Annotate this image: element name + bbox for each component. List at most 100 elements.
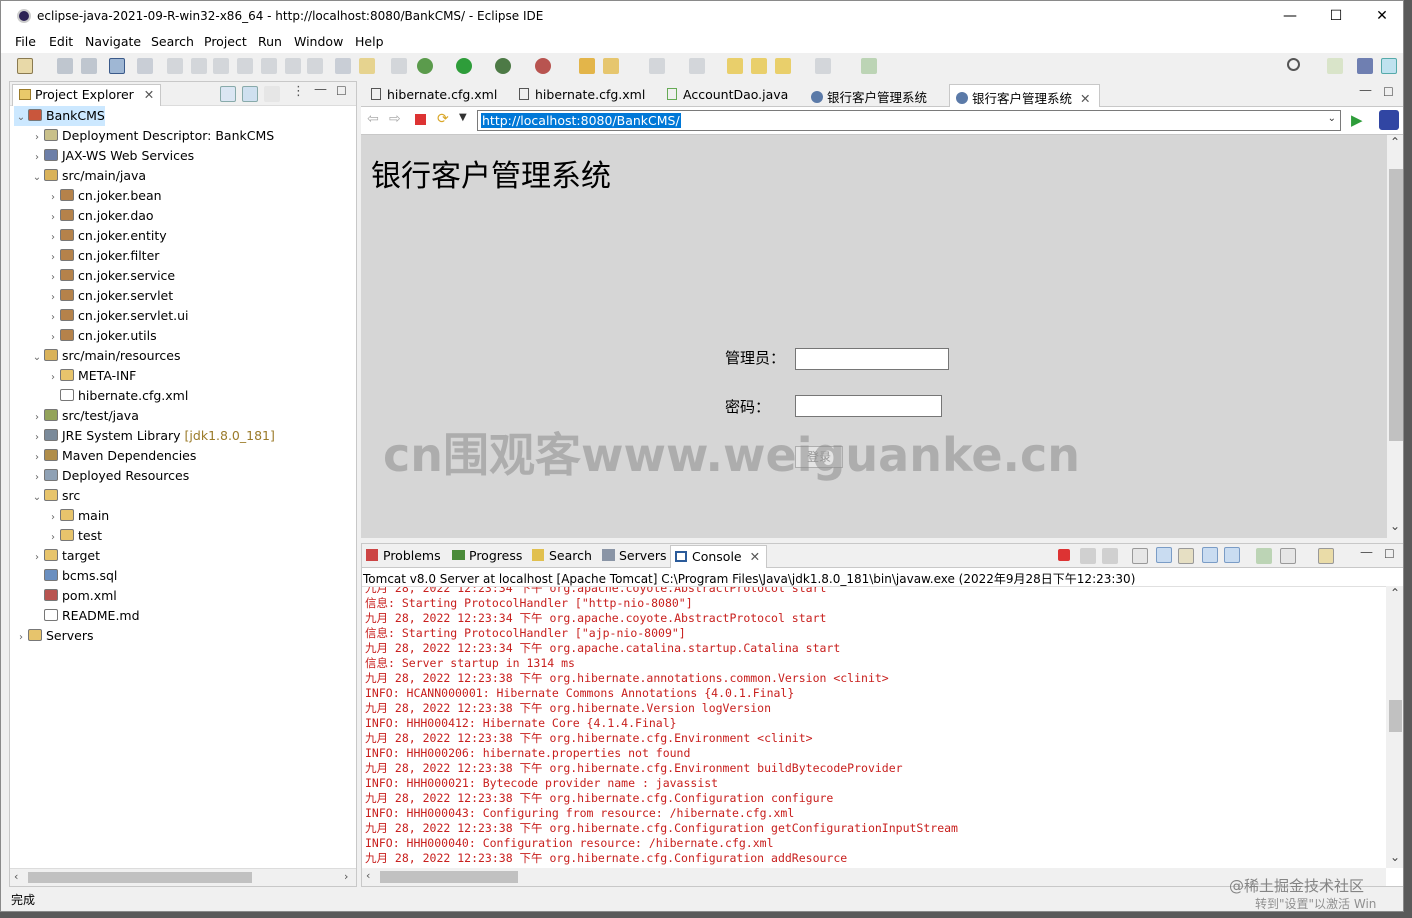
scroll-up-icon[interactable]: ⌃ [1390,586,1400,600]
expanded-arrow-icon[interactable]: ⌄ [30,348,44,368]
collapsed-arrow-icon[interactable]: › [46,248,60,268]
expanded-arrow-icon[interactable]: ⌄ [14,108,28,128]
open-task-icon[interactable] [603,58,619,74]
debug-icon[interactable] [417,58,433,74]
collapsed-arrow-icon[interactable]: › [30,408,44,428]
collapsed-arrow-icon[interactable]: › [30,428,44,448]
menu-window[interactable]: Window [294,34,343,49]
forward-icon[interactable] [775,58,791,74]
scroll-thumb[interactable] [380,871,518,883]
scroll-thumb[interactable] [1389,169,1403,441]
collapsed-arrow-icon[interactable]: › [46,368,60,388]
disconnect-icon[interactable] [237,58,253,74]
page-scrollbar[interactable]: ⌃ ⌄ [1387,135,1403,538]
expanded-arrow-icon[interactable]: ⌄ [30,488,44,508]
link-with-editor-icon[interactable] [242,86,258,102]
pin-console-icon[interactable] [1256,548,1272,564]
filter-icon[interactable] [264,86,280,102]
tree-item[interactable]: ⌄ src/main/java [30,166,146,186]
step-return-icon[interactable] [307,58,323,74]
collapse-all-icon[interactable] [220,86,236,102]
scroll-thumb[interactable] [1389,700,1402,732]
collapsed-arrow-icon[interactable]: › [30,548,44,568]
java-ee-perspective-icon[interactable] [1357,58,1373,74]
clear-console-icon[interactable] [1132,548,1148,564]
tree-item[interactable]: ⌄ BankCMS [14,106,105,126]
scroll-left-icon[interactable]: ‹ [366,869,370,882]
collapsed-arrow-icon[interactable]: › [14,628,28,648]
collapsed-arrow-icon[interactable]: › [46,208,60,228]
search-icon[interactable] [1287,58,1300,71]
admin-input[interactable] [795,348,949,370]
tab-hibernate-cfg-2[interactable]: hibernate.cfg.xml [513,84,653,107]
scroll-up-icon[interactable]: ⌃ [1390,135,1400,149]
open-type-icon[interactable] [579,58,595,74]
terminate-icon[interactable] [1058,549,1070,561]
collapsed-arrow-icon[interactable]: › [46,528,60,548]
tab-browser-1[interactable]: 银行客户管理系统 [805,84,935,107]
tree-item[interactable]: › cn.joker.bean [46,186,162,206]
tree-item[interactable]: › Maven Dependencies [30,446,196,466]
project-explorer-tab[interactable]: Project Explorer ✕ [12,84,162,106]
collapsed-arrow-icon[interactable]: › [46,188,60,208]
tab-accountdao[interactable]: AccountDao.java [661,84,796,107]
collapsed-arrow-icon[interactable]: › [30,128,44,148]
tree-item[interactable]: › JAX-WS Web Services [30,146,194,166]
coverage-icon[interactable] [495,58,511,74]
menu-navigate[interactable]: Navigate [85,34,141,49]
tree-item[interactable]: ⌄ src [30,486,80,506]
back-icon[interactable] [751,58,767,74]
tree-item[interactable]: › target [30,546,100,566]
maximize-console-icon[interactable]: ☐ [1384,547,1395,561]
step-over-icon[interactable] [285,58,301,74]
resume-icon[interactable] [167,58,183,74]
tree-item[interactable]: › cn.joker.entity [46,226,167,246]
debug-perspective-icon[interactable] [1381,58,1397,74]
view-menu-icon[interactable]: ⋮ [292,84,305,99]
tab-search[interactable]: Search [532,548,592,563]
tree-item[interactable]: bcms.sql [30,566,117,586]
next-annotation-icon[interactable] [649,58,665,74]
menu-file[interactable]: File [15,34,36,49]
scroll-lock-icon[interactable] [1156,547,1172,563]
last-edit-icon[interactable] [727,58,743,74]
tree-item[interactable]: pom.xml [30,586,117,606]
collapsed-arrow-icon[interactable]: › [30,148,44,168]
scroll-down-icon[interactable]: ⌄ [1390,519,1400,533]
stop-icon[interactable] [415,114,426,125]
collapsed-arrow-icon[interactable]: › [30,448,44,468]
terminate-icon[interactable] [213,58,229,74]
tree-item[interactable]: › cn.joker.servlet.ui [46,306,189,326]
go-icon[interactable]: ▶ [1351,111,1363,129]
maximize-editor-icon[interactable]: ☐ [1383,85,1394,99]
tree-item[interactable]: › Servers [14,626,94,646]
scroll-right-icon[interactable]: › [344,870,348,883]
tab-servers[interactable]: Servers [602,548,667,563]
save-all-icon[interactable] [81,58,97,74]
collapsed-arrow-icon[interactable]: › [46,308,60,328]
display-console-icon[interactable] [1280,548,1296,564]
toggle-ant-icon[interactable] [391,58,407,74]
refresh-icon[interactable]: ⟳ [437,111,449,127]
scroll-down-icon[interactable]: ⌄ [1390,850,1400,864]
maximize-view-icon[interactable]: ☐ [336,84,347,98]
menu-edit[interactable]: Edit [49,34,73,49]
save-icon[interactable] [57,58,73,74]
tree-item[interactable]: README.md [30,606,140,626]
tree-item[interactable]: › JRE System Library [jdk1.8.0_181] [30,426,275,446]
password-input[interactable] [795,395,942,417]
collapsed-arrow-icon[interactable]: › [46,328,60,348]
collapsed-arrow-icon[interactable]: › [30,468,44,488]
tree-item[interactable]: › test [46,526,102,546]
tree-item[interactable]: › META-INF [46,366,136,386]
tab-problems[interactable]: Problems [366,548,441,563]
new-icon[interactable] [17,58,33,74]
menu-search[interactable]: Search [151,34,194,49]
menu-project[interactable]: Project [204,34,247,49]
tree-item[interactable]: › src/test/java [30,406,139,426]
close-tab-icon[interactable]: ✕ [1080,91,1090,106]
remove-launch-icon[interactable] [1080,548,1096,564]
tree-item[interactable]: › cn.joker.filter [46,246,159,266]
prev-annotation-icon[interactable] [689,58,705,74]
open-console-icon[interactable] [1318,548,1334,564]
